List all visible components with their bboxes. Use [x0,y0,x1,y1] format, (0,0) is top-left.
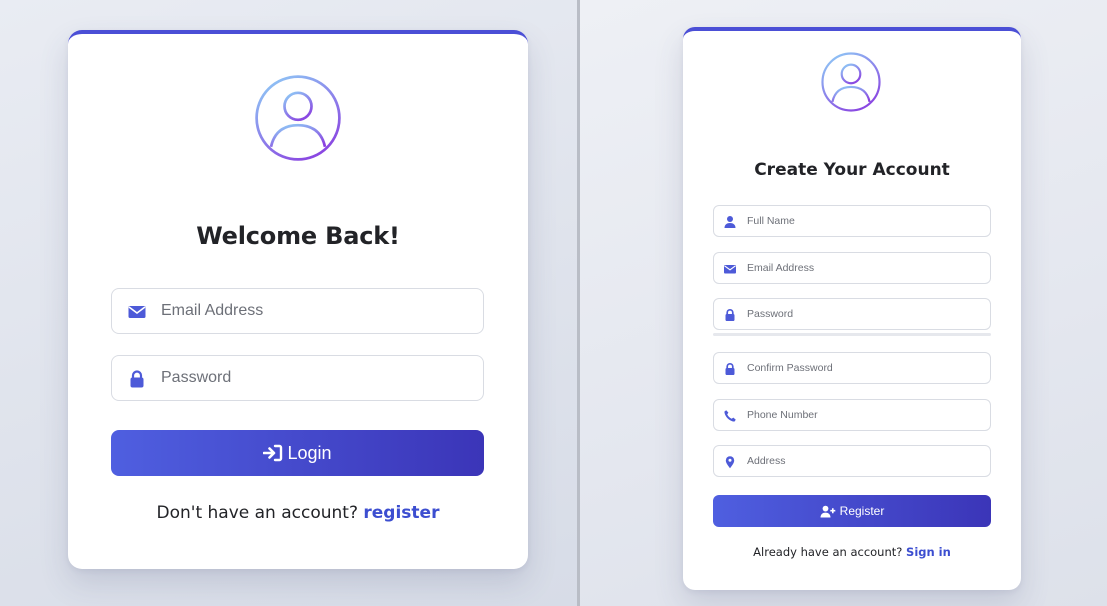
login-email-input[interactable] [161,289,473,333]
login-button[interactable]: Login [111,430,484,476]
login-password-input[interactable] [161,356,473,400]
register-password-field[interactable] [713,298,991,330]
register-button[interactable]: Register [713,495,991,527]
register-button-label: Register [839,504,885,518]
phone-input[interactable] [747,400,982,430]
login-switch-text: Don't have an account? register [68,503,528,523]
sign-in-link[interactable]: Sign in [906,545,951,559]
phone-icon [724,410,736,422]
register-email-field[interactable] [713,252,991,284]
envelope-icon [128,306,146,318]
user-circle-icon [821,52,881,112]
register-link[interactable]: register [363,503,439,523]
sign-in-icon [263,444,283,462]
register-email-input[interactable] [747,253,982,283]
register-password-input[interactable] [747,299,982,329]
login-title: Welcome Back! [196,222,400,250]
password-strength-bar [713,333,991,336]
user-circle-icon [255,75,341,161]
confirm-password-input[interactable] [747,353,982,383]
login-button-label: Login [287,442,332,463]
address-field[interactable] [713,445,991,477]
map-pin-icon [725,456,735,469]
login-password-field[interactable] [111,355,484,401]
login-panel: Welcome Back! Login Don't have an accou [0,0,577,606]
register-switch-prompt: Already have an account? [753,545,903,559]
register-card: Create Your Account Full Name Email Addr… [683,27,1021,590]
phone-field[interactable] [713,399,991,431]
address-input[interactable] [747,446,982,476]
user-icon [724,216,736,228]
envelope-icon [724,265,736,274]
lock-icon [130,370,144,388]
login-email-field[interactable] [111,288,484,334]
login-card: Welcome Back! Login Don't have an accou [68,30,528,569]
confirm-password-field[interactable] [713,352,991,384]
lock-icon [725,309,735,321]
login-switch-prompt: Don't have an account? [156,503,358,523]
lock-icon [725,363,735,375]
register-title: Create Your Account [754,160,950,180]
register-panel: Create Your Account Full Name Email Addr… [580,0,1107,606]
register-switch-text: Already have an account? Sign in [683,545,1021,559]
full-name-field[interactable] [713,205,991,237]
user-plus-icon [820,505,835,517]
full-name-input[interactable] [747,206,982,236]
